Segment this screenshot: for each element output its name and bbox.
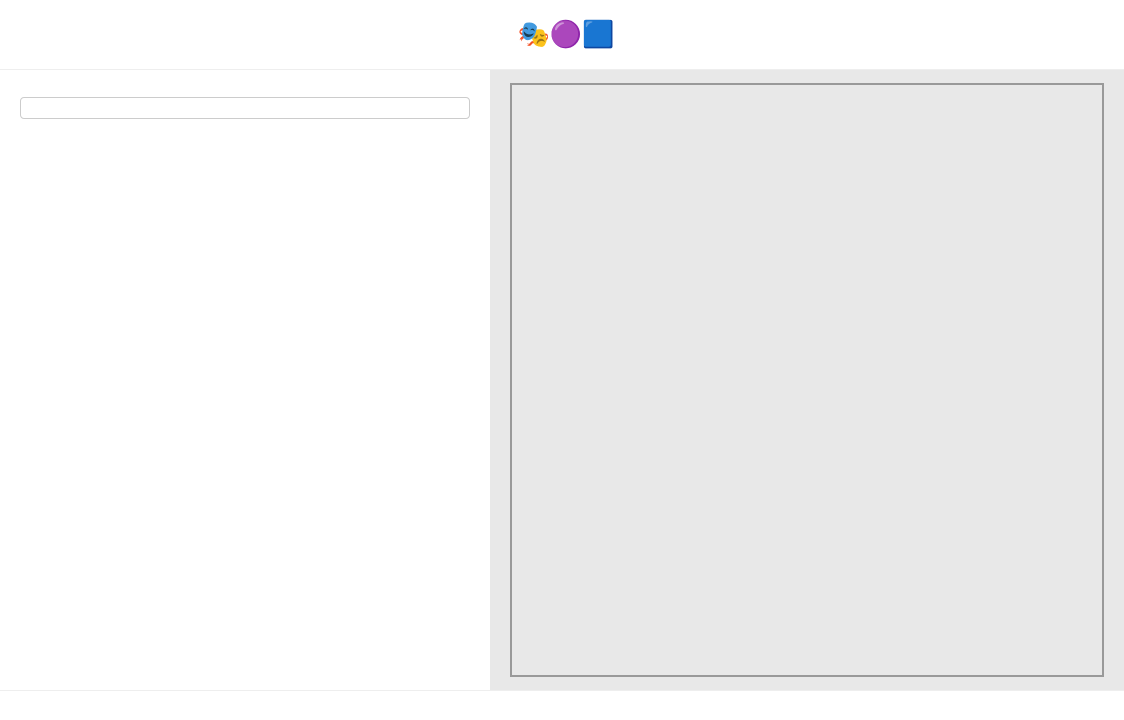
header: 🎭🟣🟦 (0, 0, 1124, 70)
right-panel (490, 70, 1124, 690)
bead-art-canvas (510, 83, 1104, 677)
left-panel (0, 70, 490, 690)
main-content (0, 70, 1124, 690)
footer (0, 690, 1124, 720)
logo-icons: 🎭🟣🟦 (517, 19, 614, 50)
pattern-info-box (20, 97, 470, 119)
